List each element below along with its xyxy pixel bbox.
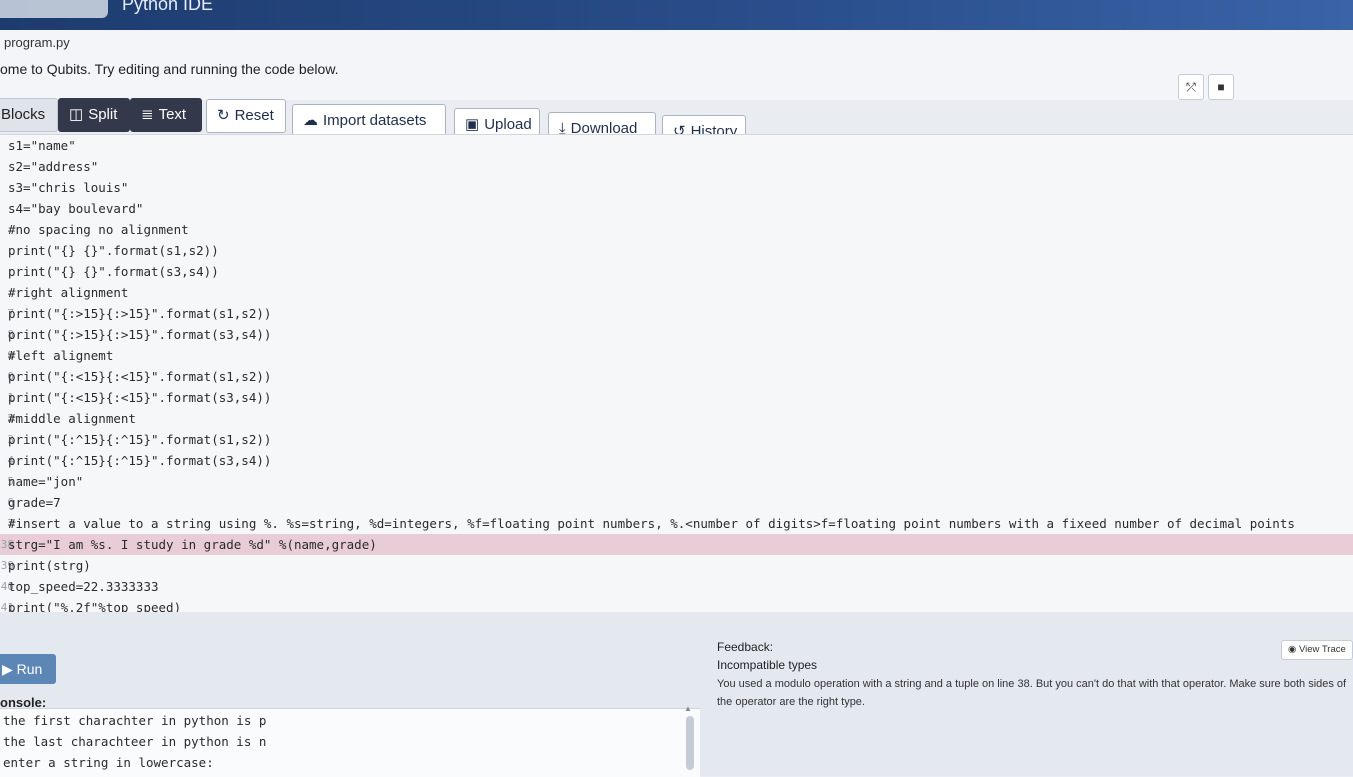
import-label: Import datasets — [323, 112, 427, 129]
code-line[interactable]: 3 print("{:^15}{:^15}".format(s1,s2)) — [0, 429, 1353, 450]
split-button[interactable]: ◫ Split — [58, 98, 130, 132]
import-datasets-button[interactable]: ☁ Import datasets — [292, 104, 446, 138]
scroll-up-icon[interactable]: ▲ — [684, 704, 692, 713]
code-text: s2="address" — [8, 159, 99, 174]
text-button[interactable]: ≣ Text — [130, 98, 202, 132]
code-line[interactable]: s4="bay boulevard" — [0, 198, 1353, 219]
split-icon: ◫ — [69, 106, 84, 123]
code-line[interactable]: 7 #insert a value to a string using %. %s… — [0, 513, 1353, 534]
text-icon: ≣ — [141, 106, 154, 123]
toolbar: Blocks ◫ Split ≣ Text ↻ Reset ☁ Import datas… — [0, 98, 760, 149]
view-trace-button[interactable]: ◉ View Trace — [1281, 640, 1353, 660]
code-text: print("{:^15}{:^15}".format(s3,s4)) — [8, 453, 272, 468]
play-icon: ▶ — [2, 661, 17, 677]
code-line[interactable]: #right alignment — [0, 282, 1353, 303]
code-line[interactable]: print("{} {}".format(s1,s2)) — [0, 240, 1353, 261]
code-text: #insert a value to a string using %. %s=… — [8, 516, 1295, 531]
fullscreen-icon[interactable]: ⤱ — [1178, 74, 1204, 100]
welcome-text: ome to Qubits. Try editing and running t… — [0, 61, 339, 77]
upload-label: Upload — [484, 116, 532, 133]
console-line: the first charachter in python is p — [3, 713, 267, 728]
code-text: top_speed=22.3333333 — [8, 579, 159, 594]
code-line[interactable]: 40 top_speed=22.3333333 — [0, 576, 1353, 597]
code-text: s1="name" — [8, 138, 76, 153]
code-text: #middle alignment — [8, 411, 136, 426]
reset-icon: ↻ — [217, 107, 230, 124]
code-line[interactable]: 2 #middle alignment — [0, 408, 1353, 429]
blocks-label: Blocks — [1, 106, 46, 123]
code-text: print(strg) — [8, 558, 91, 573]
feedback-message: You used a modulo operation with a strin… — [717, 678, 1347, 708]
code-line[interactable]: 38 strg="I am %s. I study in grade %d" %(… — [0, 534, 1353, 555]
console-line: enter a string in lowercase: — [3, 755, 214, 770]
reset-button[interactable]: ↻ Reset — [206, 99, 286, 133]
code-line[interactable]: print("{} {}".format(s3,s4)) — [0, 261, 1353, 282]
stop-icon[interactable]: ■ — [1208, 74, 1234, 100]
code-text: print("{:^15}{:^15}".format(s1,s2)) — [8, 432, 272, 447]
code-line[interactable]: s2="address" — [0, 156, 1353, 177]
console-line: the last charachteer in python is n — [3, 734, 267, 749]
code-text: print("{:<15}{:<15}".format(s3,s4)) — [8, 390, 272, 405]
code-text: print("{:>15}{:>15}".format(s3,s4)) — [8, 327, 272, 342]
console-scrollbar[interactable] — [686, 716, 694, 770]
code-line[interactable]: 0 print("{:<15}{:<15}".format(s1,s2)) — [0, 366, 1353, 387]
code-text: print("{:>15}{:>15}".format(s1,s2)) — [8, 306, 272, 321]
run-button[interactable]: ▶ Run — [0, 654, 56, 684]
code-text: print("{:<15}{:<15}".format(s1,s2)) — [8, 369, 272, 384]
text-label: Text — [158, 106, 187, 123]
code-line[interactable]: 7 print("{:>15}{:>15}".format(s1,s2)) — [0, 303, 1353, 324]
run-label: Run — [16, 661, 43, 677]
code-line[interactable]: #no spacing no alignment — [0, 219, 1353, 240]
split-label: Split — [88, 106, 118, 123]
eye-icon: ◉ — [1288, 644, 1299, 655]
code-line[interactable]: 39 print(strg) — [0, 555, 1353, 576]
code-line[interactable]: 1 print("{:<15}{:<15}".format(s3,s4)) — [0, 387, 1353, 408]
code-text: s4="bay boulevard" — [8, 201, 144, 216]
code-text: s3="chris louis" — [8, 180, 129, 195]
code-line[interactable]: 8 print("{:>15}{:>15}".format(s3,s4)) — [0, 324, 1353, 345]
qubits-logo — [0, 0, 108, 18]
code-text: #right alignment — [8, 285, 129, 300]
code-line[interactable]: 9 #left alignemt — [0, 345, 1353, 366]
code-text: #left alignemt — [8, 348, 114, 363]
code-line[interactable]: s3="chris louis" — [0, 177, 1353, 198]
feedback-title: Feedback: — [717, 640, 774, 654]
file-name: program.py — [4, 35, 70, 50]
reset-label: Reset — [234, 107, 274, 124]
code-editor[interactable]: s1="name" s2="address" s3="chris louis" s4=… — [0, 134, 1353, 615]
console-output[interactable]: the first charachter in python is p the l… — [0, 708, 700, 777]
code-text: name="jon" — [8, 474, 84, 489]
top-bar: Python IDE — [0, 0, 1353, 30]
code-line[interactable]: 4 print("{:^15}{:^15}".format(s3,s4)) — [0, 450, 1353, 471]
code-text: strg="I am %s. I study in grade %d" %(na… — [8, 537, 377, 552]
code-text: #no spacing no alignment — [8, 222, 189, 237]
code-text: print("{} {}".format(s1,s2)) — [8, 243, 219, 258]
app-title: Python IDE — [122, 0, 214, 14]
upload-icon: ▣ — [465, 116, 480, 133]
code-text: grade=7 — [8, 495, 61, 510]
code-line[interactable]: 6 grade=7 — [0, 492, 1353, 513]
code-line[interactable]: s1="name" — [0, 135, 1353, 156]
blocks-button[interactable]: Blocks — [0, 98, 58, 132]
feedback-type: Incompatible types — [717, 658, 818, 672]
code-text: print("{} {}".format(s3,s4)) — [8, 264, 219, 279]
cloud-icon: ☁ — [303, 112, 318, 129]
code-line[interactable]: 5 name="jon" — [0, 471, 1353, 492]
view-trace-label: View Trace — [1298, 644, 1346, 655]
